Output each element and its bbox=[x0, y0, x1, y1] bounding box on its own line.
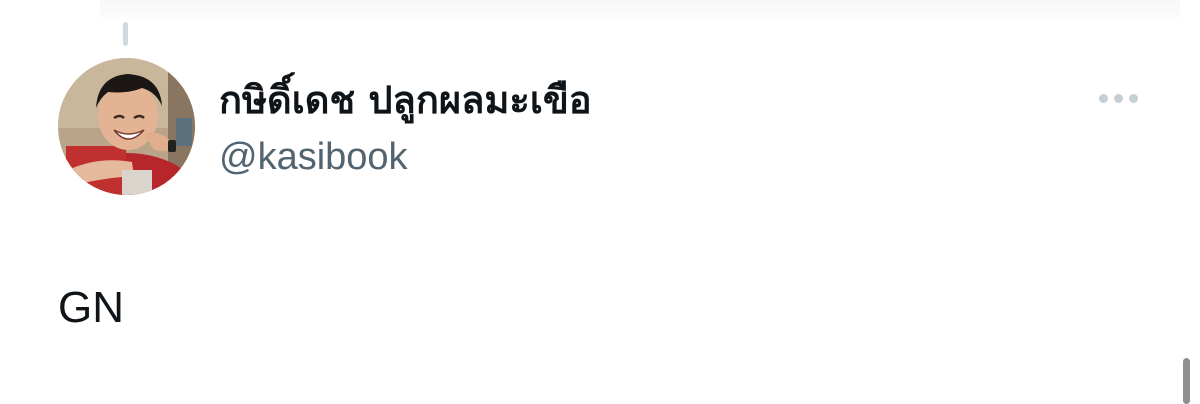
more-options-button[interactable] bbox=[1090, 82, 1146, 114]
thread-connector-line bbox=[123, 22, 128, 46]
author-handle[interactable]: @kasibook bbox=[219, 134, 408, 180]
tweet-detail-view: กษิดิ์เดช ปลูกผลมะเขือ @kasibook GN bbox=[0, 0, 1200, 404]
author-display-name[interactable]: กษิดิ์เดช ปลูกผลมะเขือ bbox=[219, 74, 592, 126]
more-horizontal-icon-dot bbox=[1113, 93, 1123, 103]
avatar[interactable] bbox=[58, 58, 195, 195]
scrollbar-thumb[interactable] bbox=[1183, 358, 1190, 404]
tweet-text: GN bbox=[58, 283, 124, 332]
previous-tweet-edge bbox=[100, 0, 1180, 22]
avatar-photo bbox=[58, 58, 195, 195]
more-horizontal-icon bbox=[1098, 93, 1108, 103]
more-horizontal-icon-dot bbox=[1128, 93, 1138, 103]
